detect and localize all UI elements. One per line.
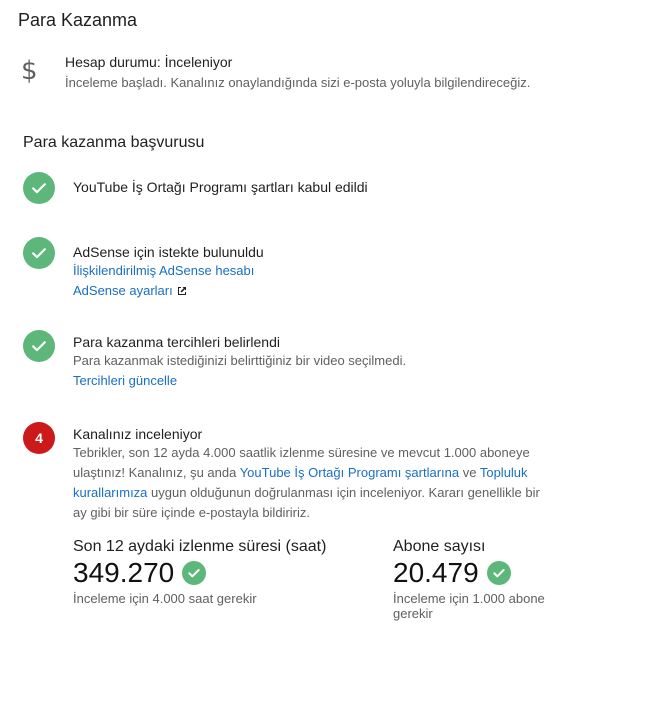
ypp-terms-link[interactable]: YouTube İş Ortağı Programı şartlarına (240, 465, 459, 480)
check-circle-icon (23, 172, 55, 204)
external-link-icon (177, 287, 186, 295)
adsense-settings-label: AdSense ayarları (73, 283, 173, 298)
step-terms: YouTube İş Ortağı Programı şartları kabu… (73, 178, 368, 196)
subscriber-note: İnceleme için 1.000 abone gerekir (393, 591, 545, 621)
watch-time-label: Son 12 aydaki izlenme süresi (saat) (73, 538, 327, 555)
step-title: YouTube İş Ortağı Programı şartları kabu… (73, 179, 368, 195)
page-title: Para Kazanma (18, 10, 138, 30)
review-text: ve (459, 465, 480, 480)
linked-adsense-account-link[interactable]: İlişkilendirilmiş AdSense hesabı (73, 261, 264, 281)
subscriber-note-line: gerekir (393, 606, 433, 621)
step-review: Kanalınız inceleniyor Tebrikler, son 12 … (73, 425, 543, 523)
step-title: Kanalınız inceleniyor (73, 426, 203, 442)
update-preferences-link[interactable]: Tercihleri güncelle (73, 371, 406, 391)
subscriber-note-line: İnceleme için 1.000 abone (393, 591, 545, 606)
check-circle-icon (486, 561, 511, 585)
check-circle-icon (23, 330, 55, 362)
step-number-badge: 4 (23, 422, 55, 454)
dollar-icon: $ (21, 56, 38, 86)
adsense-settings-link[interactable]: AdSense ayarları (73, 281, 264, 301)
section-title: Para kazanma başvurusu (23, 134, 205, 151)
review-description: Tebrikler, son 12 ayda 4.000 saatlik izl… (73, 443, 543, 523)
watch-time-note: İnceleme için 4.000 saat gerekir (73, 591, 257, 606)
subscriber-metric: 20.479 (393, 557, 511, 589)
step-preferences: Para kazanma tercihleri belirlendi Para … (73, 333, 406, 391)
check-circle-icon (182, 561, 207, 585)
subscriber-label: Abone sayısı (393, 538, 486, 555)
account-status-title: Hesap durumu: İnceleniyor (65, 54, 233, 70)
account-status-description: İnceleme başladı. Kanalınız onaylandığın… (65, 75, 531, 90)
step-title: AdSense için istekte bulunuldu (73, 244, 264, 260)
check-circle-icon (23, 237, 55, 269)
watch-time-value: 349.270 (73, 557, 175, 588)
subscriber-value: 20.479 (393, 557, 479, 588)
watch-time-metric: 349.270 (73, 557, 207, 589)
step-title: Para kazanma tercihleri belirlendi (73, 334, 280, 350)
step-subtitle: Para kazanmak istediğinizi belirttiğiniz… (73, 353, 407, 368)
step-adsense: AdSense için istekte bulunuldu İlişkilen… (73, 243, 264, 301)
